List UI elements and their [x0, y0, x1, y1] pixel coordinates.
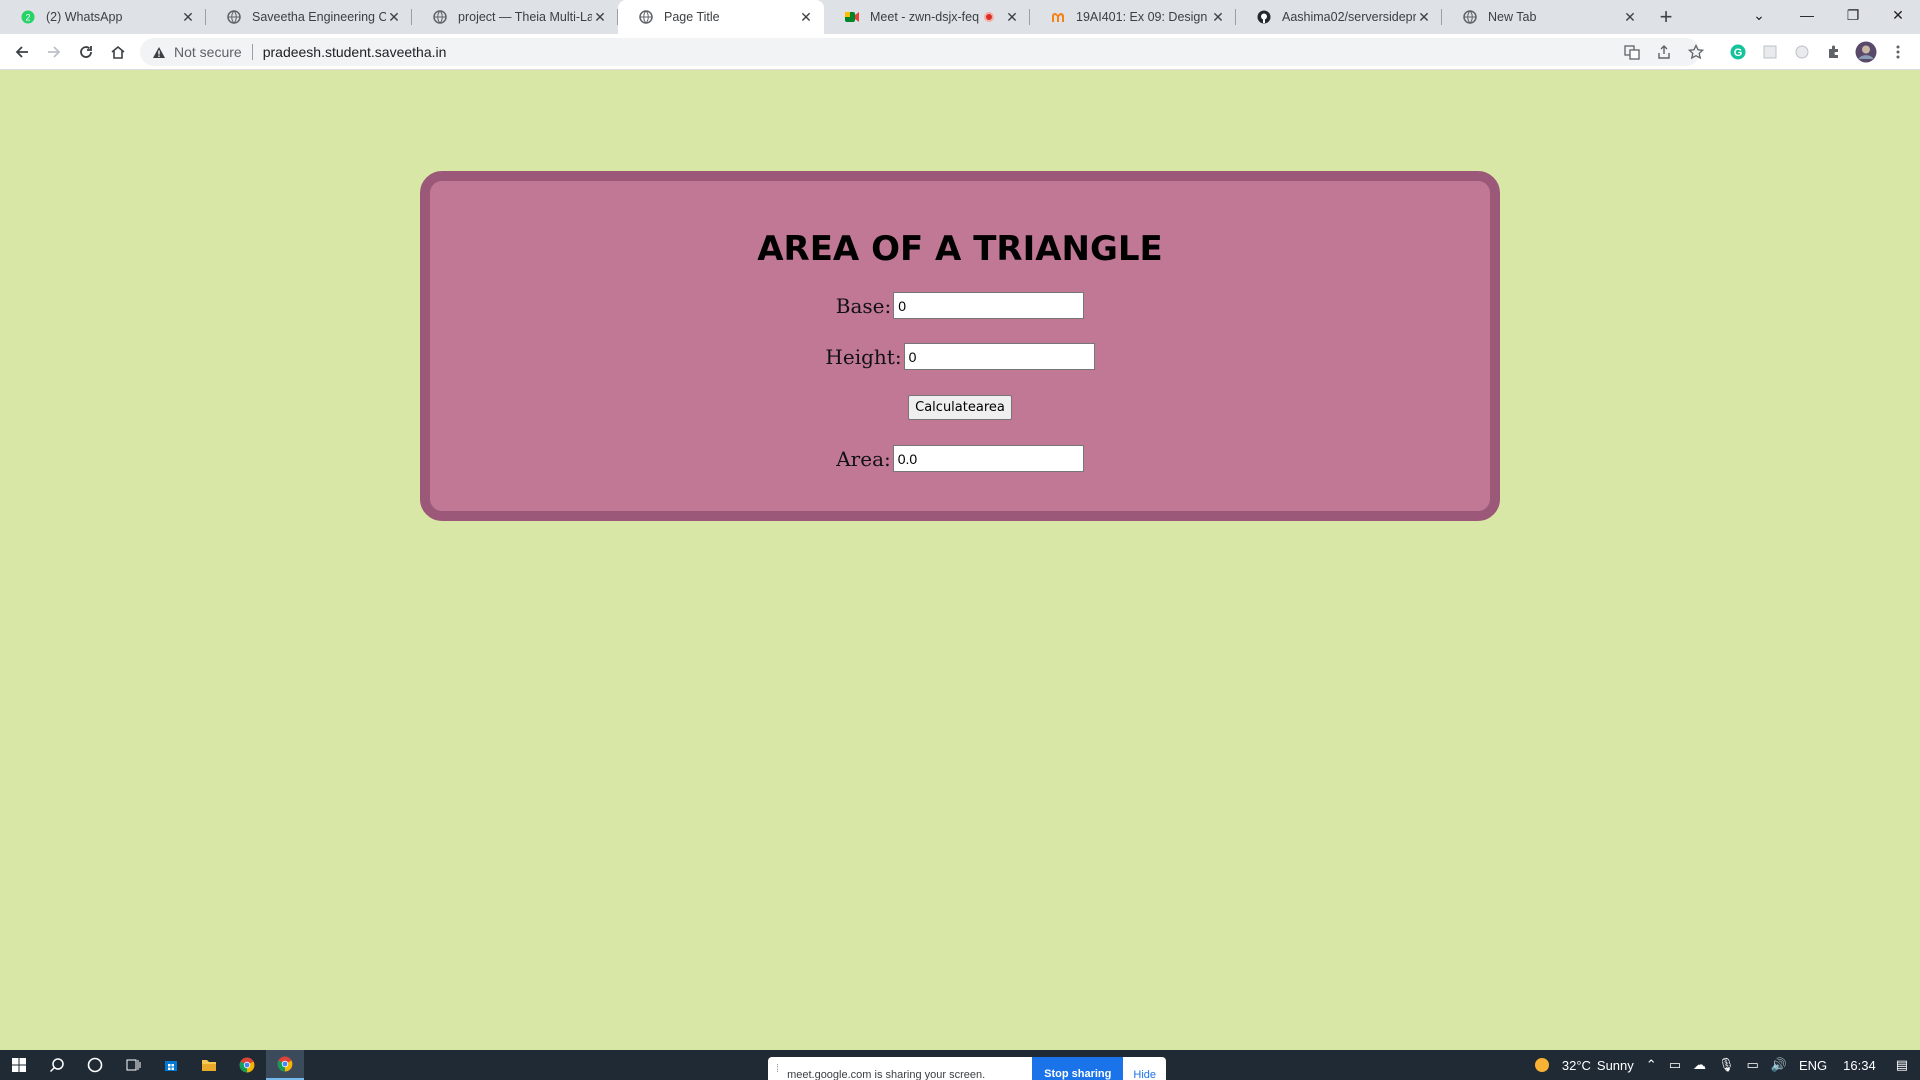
svg-text:G: G [1734, 47, 1743, 59]
moodle-icon [1050, 9, 1066, 25]
volume-icon[interactable]: 🔊 [1771, 1057, 1787, 1073]
network-icon[interactable]: ▭ [1747, 1057, 1759, 1073]
search-icon[interactable] [38, 1050, 76, 1080]
height-input[interactable] [903, 343, 1095, 370]
system-tray: 32°C Sunny ⌃ ▭ ☁ 🎙 ▭ 🔊 ENG 16:34 ▤ [1528, 1050, 1920, 1080]
minimize-button[interactable]: — [1784, 0, 1830, 30]
restore-button[interactable]: ❐ [1830, 0, 1876, 30]
url-text[interactable]: pradeesh.student.saveetha.in [263, 44, 447, 60]
file-explorer-icon[interactable] [190, 1050, 228, 1080]
warning-icon[interactable] [150, 43, 168, 61]
tab-new-tab[interactable]: New Tab ✕ [1442, 0, 1648, 34]
puzzle-icon[interactable] [1818, 36, 1850, 68]
page-title: AREA OF A TRIANGLE [757, 229, 1163, 269]
close-icon[interactable]: ✕ [592, 9, 608, 25]
area-output[interactable] [892, 445, 1084, 472]
share-icon[interactable] [1648, 36, 1680, 68]
globe-icon [226, 9, 242, 25]
share-message: meet.google.com is sharing your screen. [787, 1068, 986, 1080]
task-view-icon[interactable] [114, 1050, 152, 1080]
tab-saveetha[interactable]: Saveetha Engineering Colle ✕ [206, 0, 412, 34]
tab-whatsapp[interactable]: 2 (2) WhatsApp ✕ [0, 0, 206, 34]
tab-moodle[interactable]: 19AI401: Ex 09: Design a w ✕ [1030, 0, 1236, 34]
tab-title: Saveetha Engineering Colle [252, 10, 386, 24]
grammarly-icon[interactable]: G [1722, 36, 1754, 68]
globe-icon [432, 9, 448, 25]
tab-title: project — Theia Multi-Lan [458, 10, 592, 24]
triangle-calculator-card: AREA OF A TRIANGLE Base: Height: Calcula… [420, 171, 1500, 521]
tab-title: Page Title [664, 10, 720, 24]
close-icon[interactable]: ✕ [1004, 9, 1020, 25]
new-tab-button[interactable]: + [1648, 0, 1684, 34]
address-bar[interactable]: Not secure pradeesh.student.saveetha.in [140, 38, 1700, 66]
base-row: Base: [430, 292, 1490, 319]
height-row: Height: [430, 343, 1490, 370]
clock[interactable]: 16:34 [1843, 1058, 1876, 1073]
close-icon[interactable]: ✕ [1622, 9, 1638, 25]
close-icon[interactable]: ✕ [798, 9, 814, 25]
area-label: Area: [836, 446, 891, 471]
tab-title: 19AI401: Ex 09: Design a w [1076, 10, 1210, 24]
browser-toolbar: Not secure pradeesh.student.saveetha.in … [0, 34, 1920, 70]
weather-text[interactable]: Sunny [1597, 1058, 1634, 1073]
calculate-area-button[interactable]: Calculatearea [908, 395, 1012, 420]
chevron-up-icon[interactable]: ⌃ [1646, 1057, 1657, 1073]
close-icon[interactable]: ✕ [1416, 9, 1432, 25]
tab-title: (2) WhatsApp [46, 10, 123, 24]
height-label: Height: [825, 344, 902, 369]
bookmark-star-icon[interactable] [1680, 36, 1712, 68]
reload-icon[interactable] [70, 36, 102, 68]
chrome-icon[interactable] [228, 1050, 266, 1080]
tab-theia[interactable]: project — Theia Multi-Lan ✕ [412, 0, 618, 34]
calculate-row: Calculatearea [430, 395, 1490, 420]
back-icon[interactable] [6, 36, 38, 68]
tab-strip: 2 (2) WhatsApp ✕ Saveetha Engineering Co… [0, 0, 1920, 34]
tab-title: New Tab [1488, 10, 1537, 24]
recording-icon [984, 12, 994, 22]
menu-icon[interactable] [1882, 36, 1914, 68]
meet-icon [844, 9, 860, 25]
windows-start-icon[interactable] [0, 1050, 38, 1080]
tab-page-title[interactable]: Page Title ✕ [618, 0, 824, 34]
notifications-icon[interactable]: ▤ [1896, 1057, 1908, 1073]
drag-handle-icon[interactable]: ⁞ [776, 1063, 779, 1075]
github-icon [1256, 9, 1272, 25]
close-icon[interactable]: ✕ [386, 9, 402, 25]
translate-icon[interactable] [1616, 36, 1648, 68]
stop-sharing-button[interactable]: Stop sharing [1032, 1057, 1124, 1080]
globe-icon [1462, 9, 1478, 25]
screen-share-bar: ⁞ meet.google.com is sharing your screen… [768, 1057, 1166, 1080]
tab-title: Aashima02/serversideproc [1282, 10, 1416, 24]
tab-title: Meet - zwn-dsjx-feq [870, 10, 980, 24]
forward-icon[interactable] [38, 36, 70, 68]
tab-github[interactable]: Aashima02/serversideproc ✕ [1236, 0, 1442, 34]
tab-meet[interactable]: Meet - zwn-dsjx-feq ✕ [824, 0, 1030, 34]
meet-tray-icon[interactable]: ▭ [1669, 1057, 1681, 1073]
security-status: Not secure [174, 44, 242, 60]
extension-icon[interactable] [1786, 36, 1818, 68]
avatar[interactable] [1850, 36, 1882, 68]
close-window-button[interactable]: ✕ [1876, 0, 1920, 30]
weather-temp[interactable]: 32°C [1562, 1058, 1591, 1073]
globe-icon [638, 9, 654, 25]
extension-icon[interactable] [1754, 36, 1786, 68]
tab-search-icon[interactable]: ⌄ [1740, 0, 1778, 30]
microphone-icon[interactable]: 🎙 [1718, 1057, 1735, 1073]
chrome-window-icon[interactable] [266, 1050, 304, 1080]
store-icon[interactable] [152, 1050, 190, 1080]
area-row: Area: [430, 445, 1490, 472]
close-icon[interactable]: ✕ [1210, 9, 1226, 25]
base-input[interactable] [893, 292, 1085, 319]
svg-text:2: 2 [25, 13, 30, 23]
sun-icon[interactable] [1534, 1057, 1550, 1074]
cortana-icon[interactable] [76, 1050, 114, 1080]
hide-button[interactable]: Hide [1133, 1069, 1156, 1080]
onedrive-icon[interactable]: ☁ [1693, 1057, 1706, 1073]
whatsapp-icon: 2 [20, 9, 36, 25]
language-indicator[interactable]: ENG [1799, 1058, 1827, 1073]
home-icon[interactable] [102, 36, 134, 68]
close-icon[interactable]: ✕ [180, 9, 196, 25]
base-label: Base: [835, 293, 892, 318]
